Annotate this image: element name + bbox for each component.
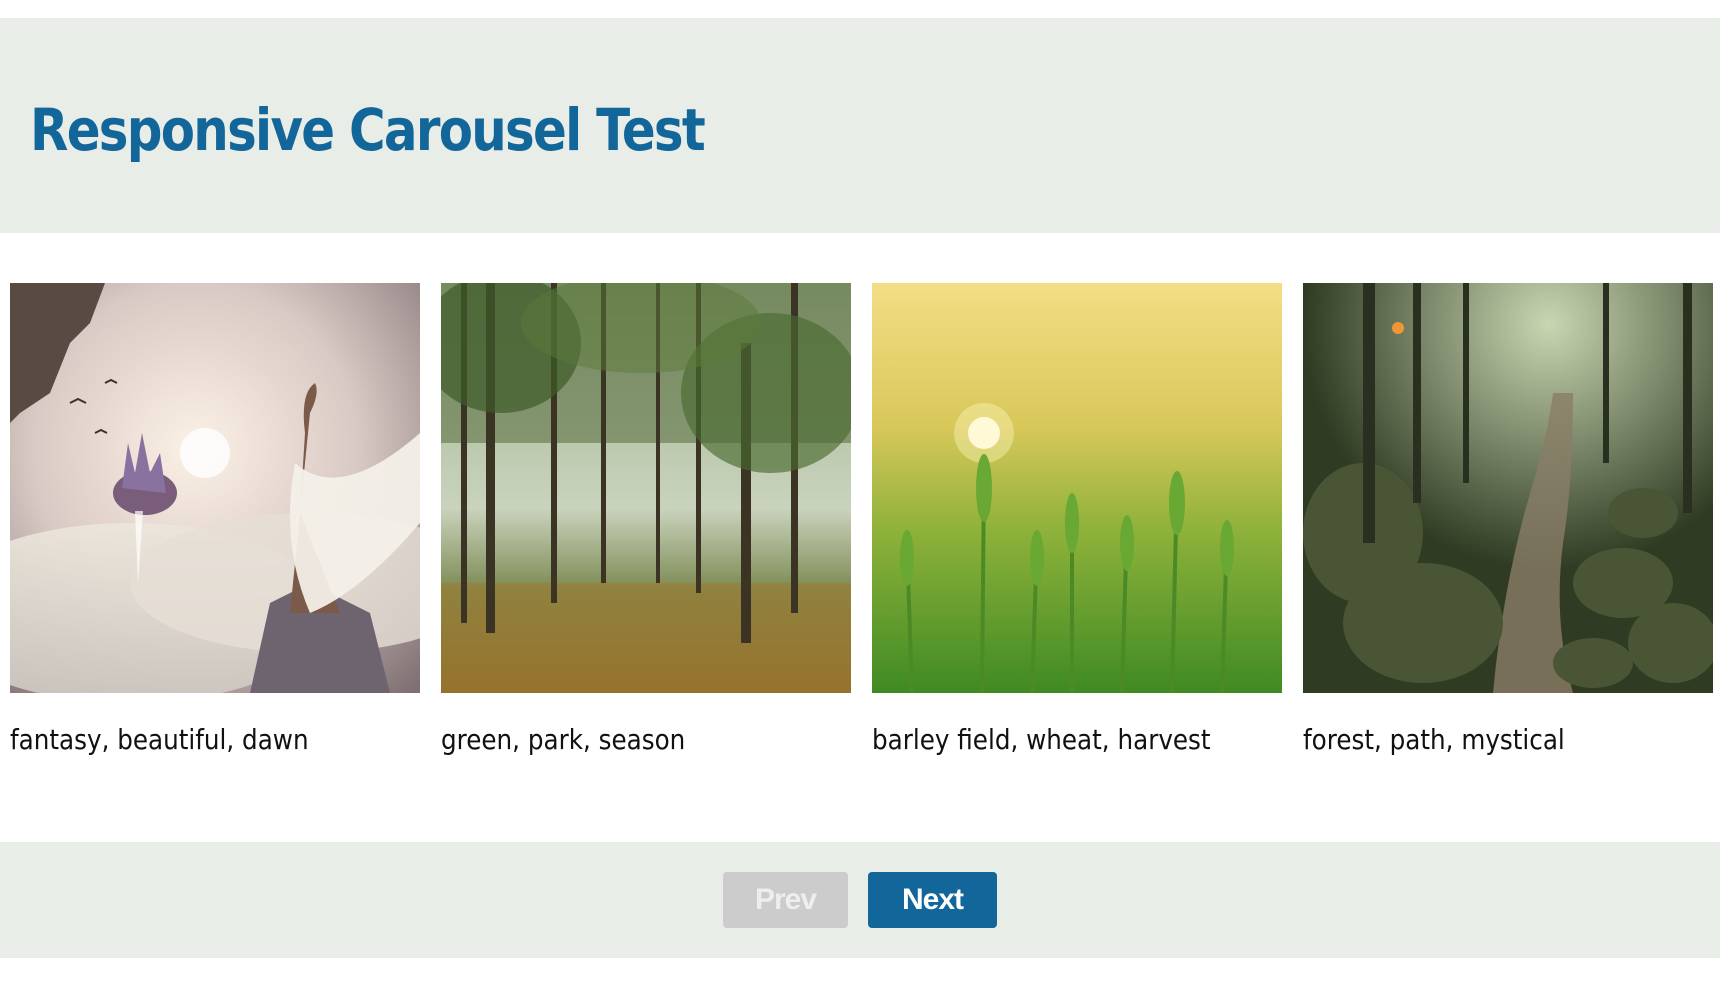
carousel-image-barley-field[interactable] bbox=[872, 283, 1282, 693]
carousel-caption: fantasy, beautiful, dawn bbox=[10, 723, 309, 756]
carousel-caption: forest, path, mystical bbox=[1303, 723, 1565, 756]
carousel-card[interactable]: forest, path, mystical bbox=[1303, 283, 1713, 756]
carousel-card[interactable]: green, park, season bbox=[441, 283, 851, 756]
carousel-caption: green, park, season bbox=[441, 723, 686, 756]
carousel-image-forest-path[interactable] bbox=[1303, 283, 1713, 693]
barley-field-image bbox=[872, 283, 1282, 693]
next-button[interactable]: Next bbox=[868, 872, 997, 928]
carousel-card[interactable]: fantasy, beautiful, dawn bbox=[10, 283, 420, 756]
carousel-image-fantasy[interactable] bbox=[10, 283, 420, 693]
carousel-controls: Prev Next bbox=[0, 842, 1720, 958]
image-carousel: fantasy, beautiful, dawn green, park, se… bbox=[10, 283, 1713, 783]
prev-button[interactable]: Prev bbox=[723, 872, 848, 928]
carousel-image-green-park[interactable] bbox=[441, 283, 851, 693]
carousel-caption: barley field, wheat, harvest bbox=[872, 723, 1211, 756]
fantasy-image bbox=[10, 283, 420, 693]
carousel-card[interactable]: barley field, wheat, harvest bbox=[872, 283, 1282, 756]
forest-image bbox=[441, 283, 851, 693]
page-header: Responsive Carousel Test bbox=[0, 18, 1720, 233]
page-title: Responsive Carousel Test bbox=[30, 96, 706, 164]
forest-path-image bbox=[1303, 283, 1713, 693]
